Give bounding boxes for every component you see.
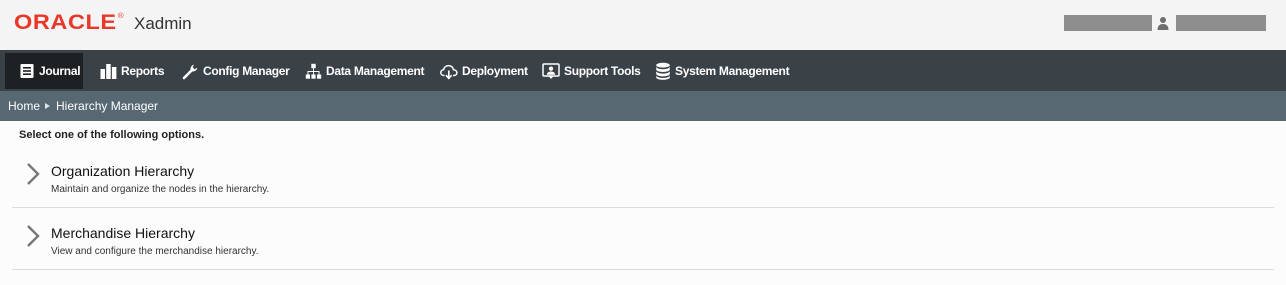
- nav-item-deployment[interactable]: Deployment: [440, 53, 528, 89]
- breadcrumb: Home Hierarchy Manager: [0, 91, 1286, 121]
- redacted-store-info: [1064, 15, 1152, 31]
- nav-item-label: Reports: [121, 64, 165, 78]
- breadcrumb-separator-icon: [45, 103, 51, 109]
- nav-item-label: System Management: [675, 64, 790, 78]
- support-icon: [542, 62, 560, 79]
- user-icon[interactable]: [1156, 15, 1170, 31]
- breadcrumb-home[interactable]: Home: [8, 99, 40, 113]
- main-content: Select one of the following options. Org…: [0, 121, 1286, 285]
- oracle-logo: ORACLE®: [14, 11, 124, 35]
- chevron-right-icon: [27, 163, 40, 185]
- database-icon: [656, 62, 670, 80]
- main-nav: Journal Reports Config Manager Data Mana…: [0, 50, 1286, 91]
- option-description: Maintain and organize the nodes in the h…: [51, 184, 270, 195]
- app-name: Xadmin: [134, 14, 192, 33]
- registered-mark: ®: [117, 13, 125, 20]
- nav-item-label: Config Manager: [203, 64, 290, 78]
- bar-chart-icon: [100, 64, 117, 79]
- wrench-icon: [182, 64, 198, 79]
- nav-item-data-management[interactable]: Data Management: [305, 53, 425, 89]
- nav-item-support-tools[interactable]: Support Tools: [542, 53, 641, 89]
- nav-item-label: Data Management: [326, 64, 425, 78]
- logo-text: ORACLE: [14, 11, 117, 34]
- option-description: View and configure the merchandise hiera…: [51, 246, 259, 257]
- option-merchandise-hierarchy[interactable]: Merchandise Hierarchy View and configure…: [12, 208, 1274, 270]
- breadcrumb-current: Hierarchy Manager: [56, 99, 159, 113]
- chevron-right-icon: [27, 225, 40, 247]
- nav-item-reports[interactable]: Reports: [100, 53, 165, 89]
- option-title: Merchandise Hierarchy: [51, 225, 195, 241]
- nav-item-label: Deployment: [462, 64, 528, 78]
- nav-item-journal[interactable]: Journal: [5, 53, 83, 89]
- nav-item-config-manager[interactable]: Config Manager: [182, 53, 290, 89]
- hierarchy-icon: [305, 63, 322, 79]
- app-header: ORACLE® Xadmin: [0, 0, 1286, 50]
- cloud-download-icon: [440, 64, 458, 80]
- redacted-user-name[interactable]: [1176, 15, 1266, 31]
- nav-item-label: Journal: [39, 64, 81, 78]
- journal-icon: [20, 64, 34, 78]
- nav-item-system-management[interactable]: System Management: [655, 53, 790, 89]
- option-organization-hierarchy[interactable]: Organization Hierarchy Maintain and orga…: [12, 146, 1274, 208]
- option-title: Organization Hierarchy: [51, 163, 195, 179]
- nav-item-label: Support Tools: [564, 64, 641, 78]
- page-instructions: Select one of the following options.: [19, 129, 205, 141]
